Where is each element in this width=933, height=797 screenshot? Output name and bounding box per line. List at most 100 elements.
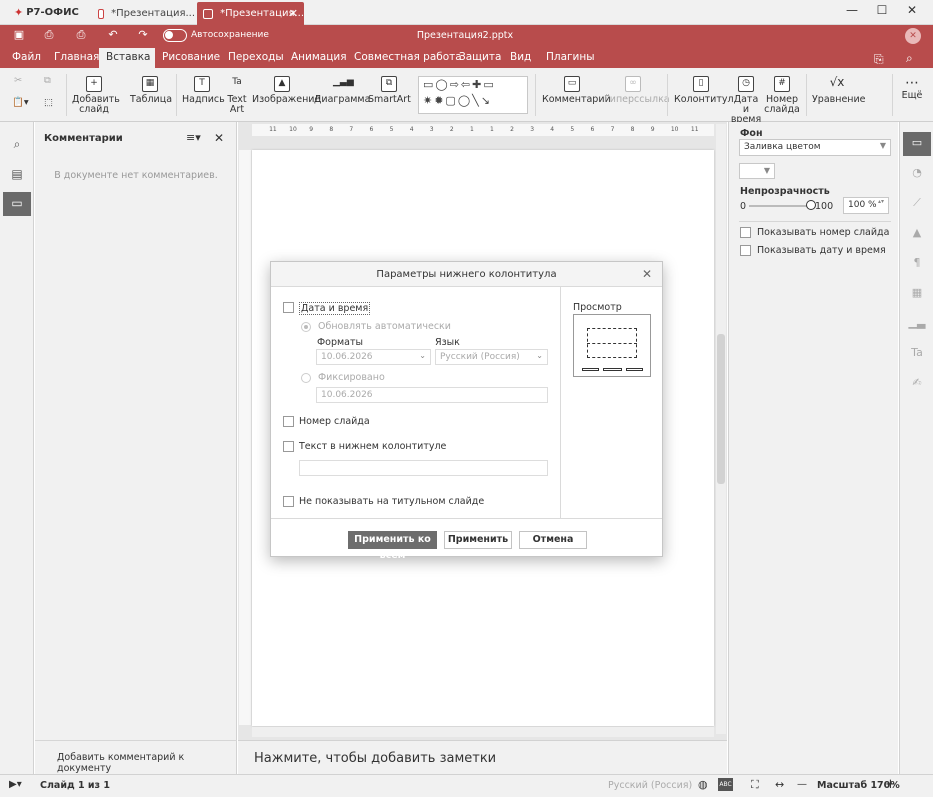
ruler-tick-label: 8 (329, 126, 334, 133)
sort-icon[interactable]: ≡▾ (186, 131, 201, 144)
maximize-button[interactable]: ☐ (867, 3, 897, 21)
close-window-button[interactable]: ✕ (897, 3, 927, 21)
add-comment-link[interactable]: Добавить комментарий к документу (57, 752, 236, 775)
hyperlink-button[interactable]: ∞ Гиперссылка (604, 76, 670, 105)
open-location-icon[interactable]: ⎘ (874, 52, 884, 67)
formats-select[interactable]: 10.06.2026 ⌄ (316, 349, 431, 365)
vertical-ruler[interactable] (239, 150, 251, 725)
chart-icon[interactable]: ▁▃ (903, 312, 931, 336)
menu-plugins[interactable]: Плагины (539, 48, 602, 68)
comments-panel-icon[interactable]: ▭ (3, 192, 31, 216)
horizontal-ruler[interactable]: 11 10 9 8 7 6 5 4 3 2 1 1 2 3 4 5 6 7 8 9 10 11 (252, 124, 714, 136)
shapes-gallery[interactable]: ▭◯⇨⇦✚▭ ✷✹▢◯╲↘ (418, 76, 528, 114)
copy-icon[interactable]: ⧉ (44, 76, 51, 86)
show-date-time-checkbox[interactable] (740, 245, 751, 256)
chevron-down-icon: ▼ (879, 141, 886, 150)
fixed-date-input[interactable]: 10.06.2026 (316, 387, 548, 403)
horizontal-scrollbar[interactable] (252, 727, 714, 737)
date-time-button[interactable]: ◷ Дата и время (730, 76, 762, 125)
select-all-icon[interactable]: ⬚ (44, 98, 53, 108)
menu-file[interactable]: Файл (5, 48, 48, 68)
close-dialog-icon[interactable]: ✕ (642, 267, 652, 281)
slide-number-checkbox[interactable] (283, 416, 294, 427)
smartart-button[interactable]: ⧉ SmartArt (368, 76, 411, 105)
paste-icon[interactable]: 📋▾ (12, 98, 29, 108)
document-tab-1[interactable]: *Презентация... (92, 2, 195, 25)
quick-print-icon[interactable]: ⎙ (72, 28, 90, 44)
paragraph-settings-icon[interactable]: ¶ (903, 252, 931, 276)
fixed-radio[interactable] (301, 373, 311, 383)
minimize-button[interactable]: — (837, 3, 867, 21)
image-settings-icon[interactable]: ▲ (903, 222, 931, 246)
slides-panel-icon[interactable]: ▤ (3, 163, 31, 187)
zoom-out-icon[interactable]: — (797, 779, 807, 790)
calendar-icon: ◷ (738, 76, 754, 92)
update-auto-radio[interactable] (301, 322, 311, 332)
image-button[interactable]: ▲ Изображение (252, 76, 320, 105)
close-tab-icon[interactable]: ✕ (289, 7, 298, 20)
menu-draw[interactable]: Рисование (155, 48, 227, 68)
menu-view[interactable]: Вид (503, 48, 538, 68)
print-icon[interactable]: ⎙ (40, 28, 58, 44)
show-slide-number-checkbox[interactable] (740, 227, 751, 238)
language-indicator[interactable]: Русский (Россия) (608, 780, 692, 791)
equation-button[interactable]: √x Уравнение (812, 76, 866, 105)
opacity-slider-track[interactable] (749, 205, 811, 207)
cut-icon[interactable]: ✂ (14, 76, 22, 86)
text-box-button[interactable]: T Надпись (182, 76, 225, 105)
search-panel-icon[interactable]: ⌕ (3, 133, 31, 157)
text-art-settings-icon[interactable]: Ta (903, 342, 931, 366)
more-button[interactable]: ⋯ Ещё (898, 76, 926, 101)
text-art-button[interactable]: Ta Text Art (224, 76, 250, 115)
language-select[interactable]: Русский (Россия) ⌄ (435, 349, 548, 365)
header-footer-button[interactable]: ▯ Колонтитул (674, 76, 734, 105)
table-button[interactable]: ▦ Таблица (130, 76, 172, 105)
search-icon[interactable]: ⌕ (906, 51, 913, 66)
apply-button[interactable]: Применить (444, 531, 512, 549)
footer-text-input[interactable] (299, 460, 548, 476)
ruler-tick-label: 4 (409, 126, 414, 133)
document-tab-2[interactable]: *Презентация... ✕ (197, 2, 304, 25)
notes-area[interactable]: Нажмите, чтобы добавить заметки (238, 740, 727, 774)
undo-icon[interactable]: ↶ (104, 28, 122, 44)
dont-show-title-checkbox[interactable] (283, 496, 294, 507)
menu-home[interactable]: Главная (47, 48, 106, 68)
footer-text-checkbox[interactable] (283, 441, 294, 452)
redo-icon[interactable]: ↷ (134, 28, 152, 44)
opacity-input[interactable]: 100 % ▴▾ (843, 197, 889, 214)
ruler-tick-label: 5 (389, 126, 394, 133)
spellcheck-icon[interactable]: ABC (718, 778, 733, 791)
close-panel-icon[interactable]: ✕ (214, 131, 224, 145)
user-avatar[interactable]: ✕ (905, 28, 921, 44)
chart-button[interactable]: ▁▃▅ Диаграмма (314, 76, 370, 105)
menu-animation[interactable]: Анимация (284, 48, 354, 68)
shape-settings-icon[interactable]: ◔ (903, 162, 931, 186)
cancel-button[interactable]: Отмена (519, 531, 587, 549)
fill-type-select[interactable]: Заливка цветом ▼ (739, 139, 891, 156)
fill-color-picker[interactable]: ▼ (739, 163, 775, 179)
menu-transitions[interactable]: Переходы (221, 48, 291, 68)
zoom-in-icon[interactable]: + (885, 777, 896, 792)
menu-insert[interactable]: Вставка (99, 48, 155, 68)
slide-settings-icon[interactable]: ▭ (903, 132, 931, 156)
menu-collaboration[interactable]: Совместная работа (347, 48, 469, 68)
menu-protection[interactable]: Защита (452, 48, 508, 68)
date-time-checkbox[interactable] (283, 302, 294, 313)
ruler-tick-label: 6 (590, 126, 595, 133)
autosave-toggle[interactable] (163, 29, 187, 42)
apply-all-button[interactable]: Применить ко всем (348, 531, 437, 561)
scroll-thumb[interactable] (717, 334, 725, 484)
comment-button[interactable]: ▭ Комментарий (542, 76, 611, 105)
slideshow-icon[interactable]: ▶▾ (9, 779, 22, 790)
globe-icon[interactable]: ◍ (698, 778, 708, 791)
slide-number-button[interactable]: # Номер слайда (764, 76, 800, 115)
right-sidebar: ▭ ◔ ⟋ ▲ ¶ ▦ ▁▃ Ta ✍ (899, 122, 933, 774)
add-slide-button[interactable]: + Добавить слайд (72, 76, 120, 115)
fit-slide-icon[interactable]: ⛶ (751, 778, 759, 792)
vertical-scrollbar[interactable] (716, 124, 726, 734)
signature-icon[interactable]: ✍ (903, 372, 931, 396)
save-icon[interactable]: ▣ (10, 28, 28, 44)
table-settings-icon[interactable]: ▦ (903, 282, 931, 306)
chart-settings-icon[interactable]: ⟋ (903, 192, 931, 216)
fit-width-icon[interactable]: ↔ (775, 778, 784, 791)
